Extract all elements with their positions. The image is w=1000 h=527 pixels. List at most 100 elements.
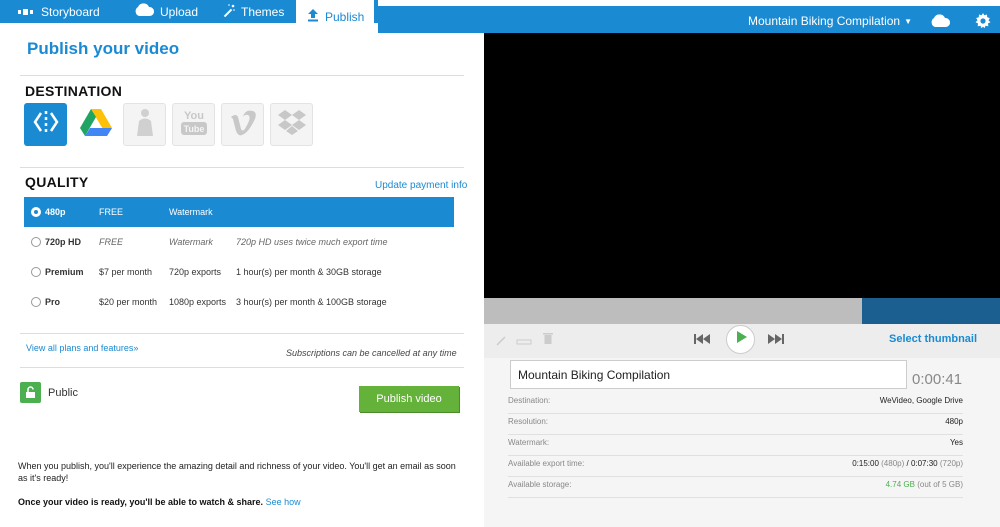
privacy-label: Public xyxy=(48,386,78,399)
project-title-dropdown[interactable]: Mountain Biking Compilation ▼ xyxy=(748,14,912,28)
plan-price: $7 per month xyxy=(99,267,153,277)
divider xyxy=(20,367,464,368)
cloud-upload-icon xyxy=(133,3,155,20)
person-icon xyxy=(133,106,157,143)
video-duration: 0:00:41 xyxy=(912,371,963,388)
destination-person[interactable] xyxy=(123,103,166,146)
youtube-icon: You Tube xyxy=(178,106,210,143)
destination-wevideo[interactable] xyxy=(24,103,67,146)
detail-value: WeVideo, Google Drive xyxy=(879,396,963,405)
detail-label: Resolution: xyxy=(508,417,549,426)
plan-radio[interactable] xyxy=(31,237,41,247)
quality-heading: QUALITY xyxy=(25,174,89,190)
unlock-icon xyxy=(20,382,41,403)
play-button[interactable] xyxy=(726,325,755,354)
skip-forward-icon[interactable] xyxy=(768,332,784,350)
publish-video-button[interactable]: Publish video xyxy=(359,386,459,412)
detail-value: 480p xyxy=(945,417,963,426)
page-title: Publish your video xyxy=(27,39,180,58)
privacy-toggle[interactable]: Public xyxy=(20,382,78,403)
tab-storyboard[interactable]: Storyboard xyxy=(18,0,100,23)
detail-label: Destination: xyxy=(508,396,551,405)
divider xyxy=(20,333,464,334)
google-drive-icon xyxy=(79,107,113,142)
cloud-icon[interactable] xyxy=(929,14,951,33)
upload-arrow-icon xyxy=(306,8,320,25)
plan-price: $20 per month xyxy=(99,297,158,307)
see-how-link[interactable]: See how xyxy=(266,497,301,507)
publish-panel: Publish your video DESTINATION You Tube Q… xyxy=(0,33,480,527)
divider xyxy=(20,75,464,76)
video-player[interactable] xyxy=(484,33,1000,298)
storyboard-icon xyxy=(18,5,36,19)
detail-value: Yes xyxy=(949,438,963,447)
plan-name: 480p xyxy=(45,207,66,217)
view-all-plans-link[interactable]: View all plans and features» xyxy=(26,343,138,353)
magic-wand-icon xyxy=(222,3,236,20)
destination-youtube[interactable]: You Tube xyxy=(172,103,215,146)
plan-description: 1 hour(s) per month & 30GB storage xyxy=(236,267,382,277)
plan-480p[interactable]: 480p FREE Watermark xyxy=(24,197,454,227)
plan-feature: Watermark xyxy=(169,237,213,247)
svg-text:Tube: Tube xyxy=(183,124,204,134)
export-time-separator: / xyxy=(904,459,911,468)
ready-info-text: Once your video is ready, you'll be able… xyxy=(18,497,264,507)
storage-total: (out of 5 GB) xyxy=(917,480,963,489)
storage-used: 4.74 GB xyxy=(885,480,915,489)
export-time-720p-note: (720p) xyxy=(939,459,963,468)
export-time-480p: 0:15:00 xyxy=(852,459,879,468)
plan-pro[interactable]: Pro $20 per month 1080p exports 3 hour(s… xyxy=(24,287,454,317)
detail-label: Available export time: xyxy=(508,459,585,468)
play-icon xyxy=(734,330,748,349)
detail-row: Watermark: Yes xyxy=(508,435,963,456)
plan-feature: 720p exports xyxy=(169,267,222,277)
destination-dropbox[interactable] xyxy=(270,103,313,146)
update-payment-link[interactable]: Update payment info xyxy=(375,180,467,191)
detail-label: Available storage: xyxy=(508,480,572,489)
storage-row: Available storage: 4.74 GB (out of 5 GB) xyxy=(508,477,963,498)
detail-label: Watermark: xyxy=(508,438,550,447)
plan-name: 720p HD xyxy=(45,237,82,247)
storage-value: 4.74 GB (out of 5 GB) xyxy=(886,480,963,489)
dropbox-icon xyxy=(277,107,307,142)
pencil-icon[interactable] xyxy=(496,333,506,351)
gear-icon[interactable] xyxy=(975,13,991,34)
skip-back-icon[interactable] xyxy=(694,332,710,350)
plan-name: Premium xyxy=(45,267,84,277)
plan-radio[interactable] xyxy=(31,267,41,277)
export-time-row: Available export time: 0:15:00 (480p) / … xyxy=(508,456,963,477)
tab-themes[interactable]: Themes xyxy=(222,0,284,23)
plan-description: 3 hour(s) per month & 100GB storage xyxy=(236,297,387,307)
trash-icon[interactable] xyxy=(543,331,553,349)
export-time-value: 0:15:00 (480p) / 0:07:30 (720p) xyxy=(852,459,963,468)
plan-name: Pro xyxy=(45,297,61,307)
cancel-note: Subscriptions can be cancelled at any ti… xyxy=(286,348,457,358)
plan-radio[interactable] xyxy=(31,207,41,217)
plan-premium[interactable]: Premium $7 per month 720p exports 1 hour… xyxy=(24,257,454,287)
tab-publish[interactable]: Publish xyxy=(296,0,375,33)
destination-vimeo[interactable] xyxy=(221,103,264,146)
plan-720p-hd[interactable]: 720p HD FREE Watermark 720p HD uses twic… xyxy=(24,227,454,257)
chevron-down-icon: ▼ xyxy=(904,16,913,26)
publish-info-text: When you publish, you'll experience the … xyxy=(18,461,456,483)
select-thumbnail-link[interactable]: Select thumbnail xyxy=(889,333,977,345)
wevideo-icon xyxy=(31,107,61,142)
svg-text:You: You xyxy=(184,110,204,122)
plan-price: FREE xyxy=(99,237,124,247)
tab-upload-label: Upload xyxy=(160,4,199,19)
destination-google-drive[interactable] xyxy=(74,103,117,146)
project-title: Mountain Biking Compilation xyxy=(748,14,901,28)
divider xyxy=(20,167,464,168)
crop-icon[interactable] xyxy=(516,333,532,351)
timeline-progress xyxy=(862,298,1000,324)
video-title-input[interactable] xyxy=(510,360,907,389)
tab-storyboard-label: Storyboard xyxy=(41,4,100,19)
plan-price: FREE xyxy=(99,207,124,217)
top-bar: Storyboard Upload Themes Publish Mountai… xyxy=(0,0,1000,33)
destination-heading: DESTINATION xyxy=(25,83,123,99)
plan-description: 720p HD uses twice much export time xyxy=(236,237,388,247)
export-time-480p-note: (480p) xyxy=(881,459,905,468)
plan-radio[interactable] xyxy=(31,297,41,307)
plan-feature: 1080p exports xyxy=(169,297,227,307)
tab-upload[interactable]: Upload xyxy=(133,0,198,23)
